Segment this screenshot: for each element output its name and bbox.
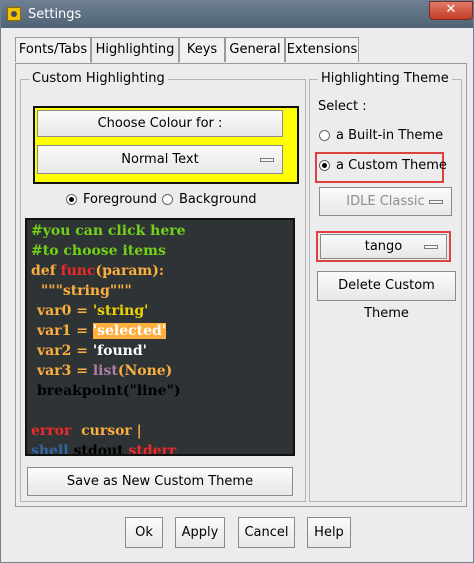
sample-cursor[interactable]: cursor | [71, 423, 142, 439]
sample-found-text[interactable]: 'found' [93, 343, 147, 359]
sample-def-line: def func(param): [31, 263, 164, 279]
cancel-button[interactable]: Cancel [238, 517, 295, 548]
sample-normal-text[interactable]: (param): [96, 263, 165, 279]
colour-selector-frame: Choose Colour for : Normal Text [33, 106, 299, 184]
chevron-down-icon [429, 200, 443, 204]
sample-var2-line: var2 = 'found' [37, 343, 147, 359]
select-label: Select : [318, 99, 367, 114]
radio-selected-icon [319, 160, 330, 171]
choose-colour-button[interactable]: Choose Colour for : [37, 110, 283, 137]
sample-var1-line: var1 = 'selected' [37, 323, 167, 339]
close-icon: ✕ [445, 2, 457, 17]
radio-unselected-icon [162, 194, 173, 205]
custom-theme-dropdown[interactable]: tango [320, 234, 447, 259]
custom-highlighting-group: Custom Highlighting Choose Colour for : … [20, 71, 306, 502]
settings-window: Settings ✕ Fonts/Tabs Highlighting Keys … [0, 0, 474, 563]
tab-keys[interactable]: Keys [179, 37, 225, 62]
builtin-theme-value: IDLE Classic [346, 194, 425, 209]
custom-theme-label: a Custom Theme [336, 158, 447, 173]
highlighting-theme-title: Highlighting Theme [318, 71, 452, 86]
highlight-sample[interactable]: #you can click here #to choose items def… [25, 218, 295, 456]
sample-var0-line: var0 = 'string' [37, 303, 148, 319]
element-dropdown[interactable]: Normal Text [37, 145, 283, 174]
builtin-theme-label: a Built-in Theme [336, 128, 444, 143]
tab-general[interactable]: General [225, 37, 285, 62]
title-bar[interactable]: Settings ✕ [1, 1, 473, 28]
sample-var3-name[interactable]: var3 = [37, 363, 93, 379]
ok-button[interactable]: Ok [125, 517, 163, 548]
background-label: Background [179, 192, 257, 207]
sample-definition[interactable]: func [61, 263, 96, 279]
delete-custom-theme-button[interactable]: Delete Custom Theme [317, 271, 456, 321]
sample-breakpoint[interactable]: breakpoint("line") [37, 383, 181, 399]
sample-comment-2[interactable]: #to choose items [31, 243, 166, 259]
background-radio[interactable]: Background [162, 192, 257, 207]
radio-selected-icon [66, 194, 77, 205]
highlighting-panel: Custom Highlighting Choose Colour for : … [15, 63, 467, 507]
close-button[interactable]: ✕ [429, 1, 473, 20]
foreground-radio[interactable]: Foreground [66, 192, 157, 207]
sample-stdout[interactable]: stdout [69, 443, 123, 454]
radio-unselected-icon [319, 130, 330, 141]
sample-var3-line: var3 = list(None) [37, 363, 172, 379]
tab-fonts-tabs[interactable]: Fonts/Tabs [15, 37, 91, 62]
sample-keyword[interactable]: def [31, 263, 61, 279]
builtin-theme-dropdown[interactable]: IDLE Classic [319, 187, 452, 216]
chevron-down-icon [260, 158, 274, 162]
apply-button[interactable]: Apply [175, 517, 225, 548]
chevron-down-icon [424, 245, 438, 249]
custom-theme-radio[interactable]: a Custom Theme [319, 158, 447, 173]
sample-error-line: error cursor | [31, 423, 142, 439]
window-title: Settings [28, 7, 82, 22]
help-button[interactable]: Help [307, 517, 351, 548]
sample-string[interactable]: 'string' [93, 303, 149, 319]
sample-selected-text[interactable]: 'selected' [92, 323, 167, 339]
custom-highlighting-title: Custom Highlighting [29, 71, 168, 86]
sample-none[interactable]: None [124, 363, 165, 379]
highlighting-theme-group: Highlighting Theme Select : a Built-in T… [309, 71, 462, 502]
app-icon [7, 7, 21, 21]
sample-stderr[interactable]: stderr [124, 443, 176, 454]
sample-var0-name[interactable]: var0 = [37, 303, 93, 319]
sample-var1-name[interactable]: var1 = [37, 323, 93, 339]
sample-comment-1[interactable]: #you can click here [31, 223, 186, 239]
tab-extensions[interactable]: Extensions [285, 37, 359, 62]
sample-paren-close[interactable]: ) [166, 363, 173, 379]
sample-var2-name[interactable]: var2 = [37, 343, 93, 359]
save-new-custom-theme-button[interactable]: Save as New Custom Theme [27, 467, 293, 496]
sample-builtin[interactable]: list [93, 363, 118, 379]
sample-error[interactable]: error [31, 423, 71, 439]
custom-theme-value: tango [364, 239, 403, 254]
element-dropdown-value: Normal Text [121, 152, 199, 167]
sample-shell-line: shell stdout stderr [31, 443, 176, 454]
sample-docstring[interactable]: """string""" [41, 283, 132, 299]
sample-shell[interactable]: shell [31, 443, 69, 454]
tab-highlighting[interactable]: Highlighting [91, 37, 179, 64]
dialog-footer: Ok Apply Cancel Help [1, 507, 473, 562]
builtin-theme-radio[interactable]: a Built-in Theme [319, 128, 443, 143]
foreground-label: Foreground [83, 192, 158, 207]
